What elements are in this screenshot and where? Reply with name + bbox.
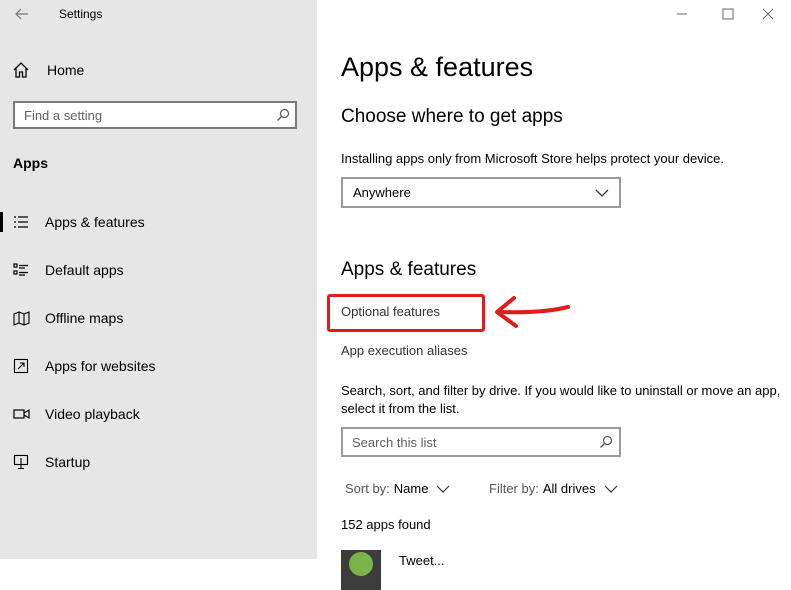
apps-for-websites-icon bbox=[12, 357, 30, 375]
dropdown-value: Anywhere bbox=[353, 185, 411, 200]
search-icon[interactable] bbox=[271, 108, 295, 122]
back-button[interactable] bbox=[8, 2, 36, 26]
sidebar-item-label: Apps & features bbox=[45, 214, 145, 230]
default-apps-icon bbox=[12, 261, 30, 279]
list-description: Search, sort, and filter by drive. If yo… bbox=[341, 383, 781, 416]
search-icon[interactable] bbox=[593, 435, 619, 449]
sidebar-item-label: Default apps bbox=[45, 262, 124, 278]
sidebar-item-startup[interactable]: Startup bbox=[0, 438, 317, 486]
sidebar-item-default-apps[interactable]: Default apps bbox=[0, 246, 317, 294]
section-label-apps: Apps bbox=[13, 155, 48, 171]
page-title: Apps & features bbox=[341, 52, 534, 82]
find-setting-input[interactable] bbox=[15, 106, 271, 124]
sidebar: Settings Home Apps Apps & features Defau… bbox=[0, 0, 317, 559]
annotation-arrow-icon bbox=[495, 296, 570, 328]
sidebar-item-apps-features[interactable]: Apps & features bbox=[0, 198, 317, 246]
annotation-highlight-box bbox=[327, 294, 485, 332]
offline-maps-icon bbox=[12, 309, 30, 327]
sidebar-item-offline-maps[interactable]: Offline maps bbox=[0, 294, 317, 342]
app-list-search-input[interactable] bbox=[343, 433, 593, 451]
app-source-dropdown[interactable]: Anywhere bbox=[341, 177, 621, 208]
find-setting-search[interactable] bbox=[13, 101, 297, 129]
sort-label: Sort by: bbox=[345, 481, 390, 496]
sidebar-item-video-playback[interactable]: Video playback bbox=[0, 390, 317, 438]
features-heading: Apps & features bbox=[341, 259, 477, 280]
chevron-down-icon bbox=[595, 189, 609, 197]
sidebar-item-apps-for-websites[interactable]: Apps for websites bbox=[0, 342, 317, 390]
home-icon bbox=[13, 62, 29, 78]
sidebar-item-label: Video playback bbox=[45, 406, 140, 422]
sidebar-item-label: Startup bbox=[45, 454, 91, 470]
apps-found-count: 152 apps found bbox=[341, 517, 431, 532]
list-item[interactable]: Tweet... bbox=[341, 550, 781, 590]
home-label: Home bbox=[47, 62, 85, 78]
sidebar-item-label: Apps for websites bbox=[45, 358, 156, 374]
app-icon bbox=[341, 550, 381, 590]
minimize-icon bbox=[677, 13, 687, 15]
sort-by-dropdown[interactable]: Sort by: Name bbox=[345, 481, 450, 496]
choose-description: Installing apps only from Microsoft Stor… bbox=[341, 151, 724, 166]
video-playback-icon bbox=[12, 405, 30, 423]
maximize-icon bbox=[722, 8, 734, 20]
app-list-search[interactable] bbox=[341, 427, 621, 457]
sidebar-nav: Apps & features Default apps Offline map… bbox=[0, 198, 317, 486]
minimize-button[interactable] bbox=[659, 0, 705, 28]
choose-heading: Choose where to get apps bbox=[341, 106, 563, 127]
close-icon bbox=[762, 8, 774, 20]
apps-features-icon bbox=[12, 213, 30, 231]
filter-value: All drives bbox=[542, 481, 596, 496]
home-nav[interactable]: Home bbox=[12, 60, 84, 80]
app-name: Tweet... bbox=[399, 553, 445, 568]
filter-by-dropdown[interactable]: Filter by: All drives bbox=[489, 481, 618, 496]
back-arrow-icon bbox=[15, 8, 28, 20]
close-button[interactable] bbox=[745, 0, 791, 28]
chevron-down-icon bbox=[437, 485, 450, 493]
startup-icon bbox=[12, 453, 30, 471]
filter-label: Filter by: bbox=[489, 481, 539, 496]
sidebar-item-label: Offline maps bbox=[45, 310, 124, 326]
window-title: Settings bbox=[59, 7, 103, 21]
sort-value: Name bbox=[393, 481, 429, 496]
app-execution-aliases-link[interactable]: App execution aliases bbox=[341, 343, 467, 358]
chevron-down-icon bbox=[604, 485, 618, 493]
